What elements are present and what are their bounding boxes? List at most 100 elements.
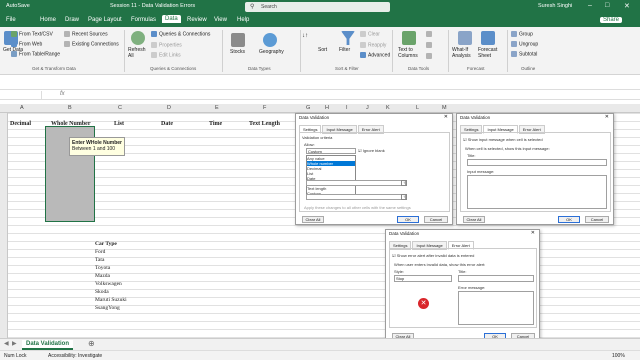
title-input[interactable] xyxy=(458,275,534,282)
user-name[interactable]: Suresh Singhi xyxy=(538,3,572,9)
header-text-length[interactable]: Text Length xyxy=(249,121,280,127)
formula-bar[interactable]: fx xyxy=(0,89,640,100)
column-header[interactable]: M xyxy=(442,105,447,111)
close-icon[interactable]: ✕ xyxy=(444,114,448,120)
show-error-checkbox[interactable]: ☑ Show error alert after invalid data is… xyxy=(392,253,474,258)
car-cell[interactable]: Tata xyxy=(95,257,104,263)
remove-duplicates-icon[interactable] xyxy=(426,42,434,48)
reapply-button[interactable]: Reapply xyxy=(360,42,386,48)
header-decimal[interactable]: Decimal xyxy=(10,121,31,127)
tab-page-layout[interactable]: Page Layout xyxy=(88,17,122,23)
sheet-tab-data-validation[interactable]: Data Validation xyxy=(22,340,74,350)
minimize-icon[interactable]: – xyxy=(588,2,592,9)
car-cell[interactable]: Maruti Suzuki xyxy=(95,297,127,303)
tab-formulas[interactable]: Formulas xyxy=(131,17,156,23)
advanced-button[interactable]: Advanced xyxy=(360,52,390,58)
from-web-button[interactable]: From Web xyxy=(11,41,42,47)
what-if-button[interactable]: What-If Analysis xyxy=(452,47,476,59)
queries-button[interactable]: Queries & Connections xyxy=(151,31,210,37)
car-cell[interactable]: Skoda xyxy=(95,289,109,295)
cancel-button[interactable]: Cancel xyxy=(585,216,609,223)
clear-button[interactable]: Clear xyxy=(360,31,380,37)
car-cell[interactable]: Toyota xyxy=(95,265,110,271)
tab-home[interactable]: Home xyxy=(40,17,56,23)
tab-help[interactable]: Help xyxy=(237,17,249,23)
maximize-icon[interactable]: □ xyxy=(605,2,609,9)
header-list[interactable]: List xyxy=(114,121,124,127)
geography-button[interactable]: Geography xyxy=(259,49,284,55)
flash-fill-icon[interactable] xyxy=(426,31,434,37)
autosave-label[interactable]: AutoSave xyxy=(6,3,30,9)
column-header[interactable]: B xyxy=(68,105,72,111)
data-validation-icon[interactable] xyxy=(426,53,434,59)
column-header[interactable]: J xyxy=(366,105,369,111)
tab-review[interactable]: Review xyxy=(187,17,207,23)
column-header[interactable]: K xyxy=(386,105,390,111)
subtotal-button[interactable]: Subtotal xyxy=(511,51,537,57)
column-header[interactable]: D xyxy=(167,105,171,111)
ungroup-button[interactable]: Ungroup xyxy=(511,41,538,47)
cancel-button[interactable]: Cancel xyxy=(424,216,448,223)
clear-all-button[interactable]: Clear All xyxy=(302,216,324,223)
share-button[interactable]: Share xyxy=(600,17,623,23)
forecast-button[interactable]: Forecast Sheet xyxy=(478,47,502,59)
close-icon[interactable]: ✕ xyxy=(605,114,609,120)
accessibility-status[interactable]: Accessibility: Investigate xyxy=(48,353,102,359)
range-picker-icon[interactable]: ↑ xyxy=(401,194,407,200)
header-date[interactable]: Date xyxy=(161,121,173,127)
car-cell[interactable]: SsangYong xyxy=(95,305,120,311)
text-to-columns-button[interactable]: Text to Columns xyxy=(398,47,422,59)
title-input[interactable] xyxy=(467,159,607,166)
car-cell[interactable]: Ford xyxy=(95,249,105,255)
stocks-button[interactable]: Stocks xyxy=(230,49,245,55)
formula-input[interactable] xyxy=(306,180,406,186)
sort-az-icon[interactable]: ↓↑ xyxy=(302,33,308,39)
header-time[interactable]: Time xyxy=(209,121,222,127)
input-message-textarea[interactable] xyxy=(467,175,607,209)
column-header[interactable]: F xyxy=(263,105,266,111)
tab-file[interactable]: File xyxy=(6,17,16,23)
column-header[interactable]: G xyxy=(306,105,310,111)
group-button[interactable]: Group xyxy=(511,31,533,37)
allow-dropdown[interactable]: Custom xyxy=(306,148,356,154)
scroll-right-icon[interactable]: ▶ xyxy=(12,340,17,347)
tab-draw[interactable]: Draw xyxy=(65,17,79,23)
add-sheet-icon[interactable]: ⊕ xyxy=(88,339,95,348)
from-text-button[interactable]: From Text/CSV xyxy=(11,31,53,37)
style-dropdown[interactable]: Stop xyxy=(394,275,452,282)
filter-button[interactable]: Filter xyxy=(339,47,350,53)
column-header[interactable]: C xyxy=(118,105,122,111)
close-icon[interactable]: ✕ xyxy=(531,230,535,236)
car-cell[interactable]: Volkswagen xyxy=(95,281,122,287)
sort-button[interactable]: Sort xyxy=(318,47,327,53)
scroll-left-icon[interactable]: ◀ xyxy=(4,340,9,347)
column-header[interactable]: E xyxy=(215,105,219,111)
close-icon[interactable]: ✕ xyxy=(624,2,630,10)
column-header[interactable]: L xyxy=(416,105,419,111)
car-type-header[interactable]: Car Type xyxy=(95,241,117,247)
existing-connections-button[interactable]: Existing Connections xyxy=(64,41,119,47)
tab-data[interactable]: Data xyxy=(162,15,181,23)
tab-view[interactable]: View xyxy=(214,17,227,23)
range-picker-icon[interactable]: ↑ xyxy=(401,180,407,186)
zoom-level[interactable]: 100% xyxy=(612,353,625,359)
car-cell[interactable]: Mazda xyxy=(95,273,110,279)
recent-sources-button[interactable]: Recent Sources xyxy=(64,31,108,37)
search-box[interactable]: ⚲ Search xyxy=(245,2,390,12)
column-header[interactable]: I xyxy=(346,105,348,111)
ignore-blank-checkbox[interactable]: ☑ Ignore blank xyxy=(358,148,385,153)
properties-button[interactable]: Properties xyxy=(151,42,182,48)
name-box[interactable] xyxy=(2,91,42,99)
column-header[interactable]: A xyxy=(20,105,24,111)
edit-links-button[interactable]: Edit Links xyxy=(151,52,181,58)
refresh-all-button[interactable]: Refresh All xyxy=(128,47,152,59)
column-header[interactable]: H xyxy=(325,105,329,111)
from-table-button[interactable]: From Table/Range xyxy=(11,51,60,57)
ok-button[interactable]: OK xyxy=(558,216,580,223)
formula-input-2[interactable] xyxy=(306,194,406,200)
clear-all-button[interactable]: Clear All xyxy=(463,216,485,223)
apply-all-checkbox[interactable]: Apply these changes to all other cells w… xyxy=(304,205,411,210)
error-message-textarea[interactable] xyxy=(458,291,534,325)
ok-button[interactable]: OK xyxy=(397,216,419,223)
show-input-checkbox[interactable]: ☑ Show input message when cell is select… xyxy=(463,137,543,142)
